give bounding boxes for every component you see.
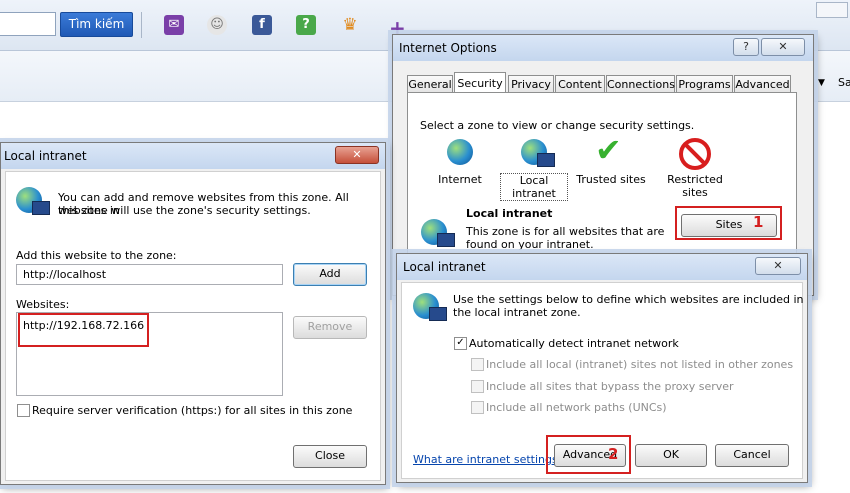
- tab-connections[interactable]: Connections: [606, 75, 675, 93]
- tab-advanced[interactable]: Advanced: [734, 75, 791, 93]
- tab-general[interactable]: General: [407, 75, 453, 93]
- dialog-titlebar: Local intranet ✕: [397, 254, 807, 280]
- dialog-title: Internet Options: [399, 41, 497, 55]
- tab-content[interactable]: Content: [555, 75, 605, 93]
- computer-icon: [537, 153, 555, 167]
- zone-description: This zone is for all websites that are: [466, 225, 665, 238]
- websites-label: Websites:: [16, 298, 70, 311]
- toolbar-separator: [141, 12, 142, 38]
- add-website-input[interactable]: http://localhost: [16, 264, 283, 285]
- mail-icon[interactable]: ✉: [164, 15, 184, 35]
- smiley-icon[interactable]: ☺: [207, 15, 227, 35]
- annotation-number: 2: [608, 445, 619, 463]
- annotation-box: [18, 313, 149, 347]
- annotation-number: 1: [753, 213, 764, 231]
- restricted-icon: [679, 138, 711, 170]
- include-local-label: Include all local (intranet) sites not l…: [486, 358, 794, 371]
- zone-title: Local intranet: [466, 207, 553, 220]
- require-https-checkbox[interactable]: [17, 404, 30, 417]
- include-proxy-bypass-checkbox[interactable]: [471, 380, 484, 393]
- zone-list: Internet Local intranet ✔ Trusted sites …: [421, 131, 743, 201]
- info-text: this zone will use the zone's security s…: [58, 204, 311, 217]
- tab-privacy[interactable]: Privacy: [508, 75, 554, 93]
- window-control[interactable]: [816, 2, 848, 18]
- zone-label: Trusted sites: [576, 173, 646, 186]
- computer-icon: [429, 307, 447, 321]
- facebook-icon[interactable]: f: [252, 15, 272, 35]
- close-button[interactable]: ✕: [335, 146, 379, 164]
- include-local-checkbox[interactable]: [471, 358, 484, 371]
- close-button[interactable]: ✕: [761, 38, 805, 56]
- close-button[interactable]: ✕: [755, 257, 801, 275]
- ok-button[interactable]: OK: [635, 444, 707, 467]
- dialog-title: Local intranet: [403, 260, 486, 274]
- close-button[interactable]: Close: [293, 445, 367, 468]
- internet-globe-icon: [447, 139, 473, 165]
- remove-button[interactable]: Remove: [293, 316, 367, 339]
- search-input[interactable]: [0, 12, 56, 36]
- add-website-label: Add this website to the zone:: [16, 249, 177, 262]
- annotation-box: [675, 206, 782, 240]
- tab-security[interactable]: Security: [454, 72, 506, 93]
- dialog-titlebar: Local intranet ✕: [1, 143, 385, 169]
- info-text: the local intranet zone.: [453, 306, 581, 319]
- zone-label: Local intranet: [500, 173, 568, 201]
- cancel-button[interactable]: Cancel: [715, 444, 789, 467]
- computer-icon: [437, 233, 455, 247]
- add-button[interactable]: Add: [293, 263, 367, 286]
- tab-programs[interactable]: Programs: [676, 75, 733, 93]
- menu-partial[interactable]: Sa: [838, 76, 850, 89]
- trophy-icon[interactable]: ♛: [340, 15, 360, 35]
- intranet-settings-link[interactable]: What are intranet settings?: [413, 453, 564, 466]
- zone-local-intranet[interactable]: Local intranet: [499, 135, 569, 201]
- include-unc-label: Include all network paths (UNCs): [486, 401, 667, 414]
- local-intranet-sites-dialog: Local intranet ✕ You can add and remove …: [0, 142, 386, 485]
- zone-description: found on your intranet.: [466, 238, 594, 251]
- zone-restricted-sites[interactable]: Restricted sites: [651, 135, 735, 199]
- dialog-titlebar: Internet Options ? ✕: [393, 35, 813, 61]
- checkmark-icon: ✔: [595, 131, 622, 169]
- zone-trusted-sites[interactable]: ✔ Trusted sites: [571, 131, 651, 197]
- zone-label: Internet: [438, 173, 482, 186]
- zone-prompt: Select a zone to view or change security…: [420, 119, 695, 132]
- chevron-down-icon[interactable]: ▼: [818, 78, 825, 88]
- computer-icon: [32, 201, 50, 215]
- info-text: Use the settings below to define which w…: [453, 293, 804, 306]
- auto-detect-checkbox[interactable]: ✓: [454, 337, 467, 350]
- dialog-title: Local intranet: [4, 149, 87, 163]
- include-proxy-bypass-label: Include all sites that bypass the proxy …: [486, 380, 734, 393]
- question-icon[interactable]: ?: [296, 15, 316, 35]
- zone-internet[interactable]: Internet: [421, 135, 499, 197]
- include-unc-checkbox[interactable]: [471, 401, 484, 414]
- zone-label: Restricted sites: [667, 173, 723, 199]
- help-button[interactable]: ?: [733, 38, 759, 56]
- local-intranet-settings-dialog: Local intranet ✕ Use the settings below …: [396, 253, 808, 483]
- require-https-label: Require server verification (https:) for…: [32, 404, 353, 417]
- search-button[interactable]: Tìm kiếm: [60, 12, 133, 37]
- auto-detect-label: Automatically detect intranet network: [469, 337, 679, 350]
